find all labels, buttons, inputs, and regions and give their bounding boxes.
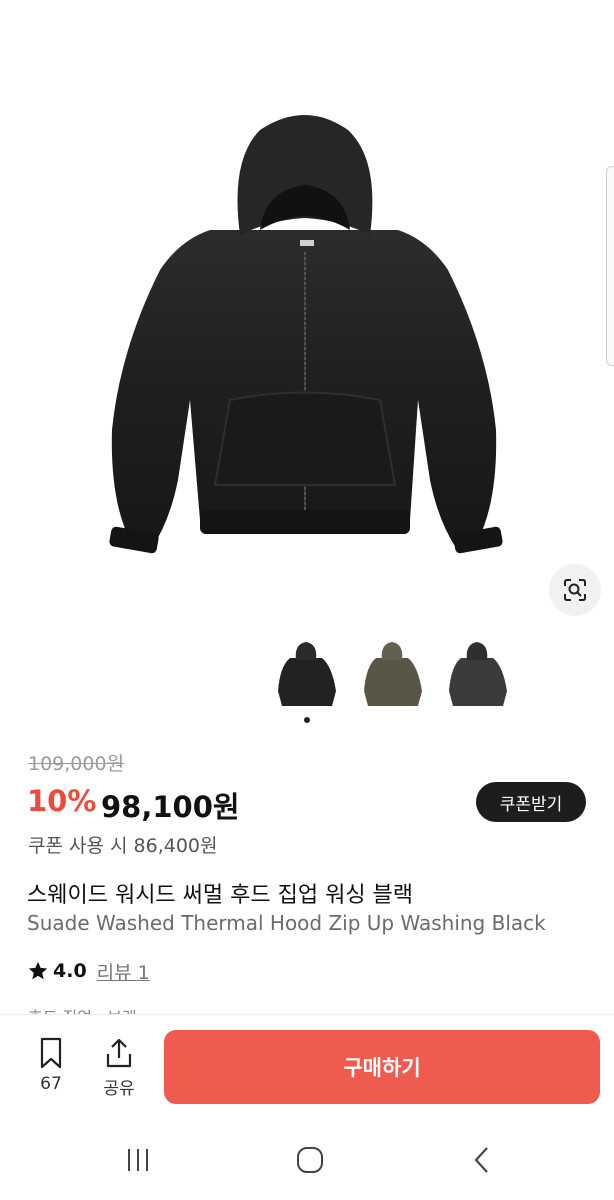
bookmark-button[interactable]: 67 bbox=[22, 1036, 80, 1106]
star-icon bbox=[28, 961, 48, 980]
share-button[interactable]: 공유 bbox=[90, 1036, 148, 1106]
recent-apps-button[interactable] bbox=[108, 1140, 168, 1180]
share-icon bbox=[106, 1038, 132, 1068]
hoodie-illustration bbox=[109, 115, 503, 554]
buy-button[interactable]: 구매하기 bbox=[164, 1030, 600, 1104]
home-icon bbox=[297, 1147, 323, 1173]
lens-search-button[interactable] bbox=[549, 564, 601, 616]
thumbnail-image bbox=[449, 642, 507, 706]
thumbnail-black[interactable] bbox=[270, 636, 342, 714]
product-title-korean: 스웨이드 워시드 써멀 후드 집업 워싱 블랙 bbox=[27, 883, 414, 908]
review-link[interactable]: 리뷰 1 bbox=[97, 958, 150, 985]
thumbnail-image bbox=[364, 642, 422, 706]
bookmark-count: 67 bbox=[40, 1074, 62, 1094]
product-title-english: Suade Washed Thermal Hood Zip Up Washing… bbox=[27, 911, 546, 935]
thumbnail-charcoal[interactable] bbox=[441, 636, 513, 714]
discount-rate: 10% bbox=[27, 784, 97, 818]
recent-apps-icon bbox=[128, 1149, 148, 1171]
share-label: 공유 bbox=[103, 1079, 135, 1099]
thumbnail-olive[interactable] bbox=[356, 636, 428, 714]
coupon-price: 쿠폰 사용 시 86,400원 bbox=[28, 835, 218, 857]
lens-search-icon bbox=[564, 579, 586, 601]
rating-row: 4.0 리뷰 1 bbox=[27, 957, 150, 985]
image-scroll-indicator bbox=[606, 166, 614, 366]
product-image[interactable] bbox=[0, 0, 614, 640]
original-price: 109,000원 bbox=[28, 753, 125, 775]
back-button[interactable] bbox=[452, 1140, 512, 1180]
sale-price: 98,100원 bbox=[101, 790, 240, 824]
home-button[interactable] bbox=[280, 1140, 340, 1180]
back-icon bbox=[474, 1147, 488, 1173]
thumbnail-image bbox=[278, 642, 336, 706]
bookmark-icon bbox=[40, 1037, 62, 1069]
get-coupon-button[interactable]: 쿠폰받기 bbox=[476, 782, 586, 822]
rating-value: 4.0 bbox=[53, 960, 87, 982]
active-thumbnail-indicator bbox=[304, 717, 310, 723]
